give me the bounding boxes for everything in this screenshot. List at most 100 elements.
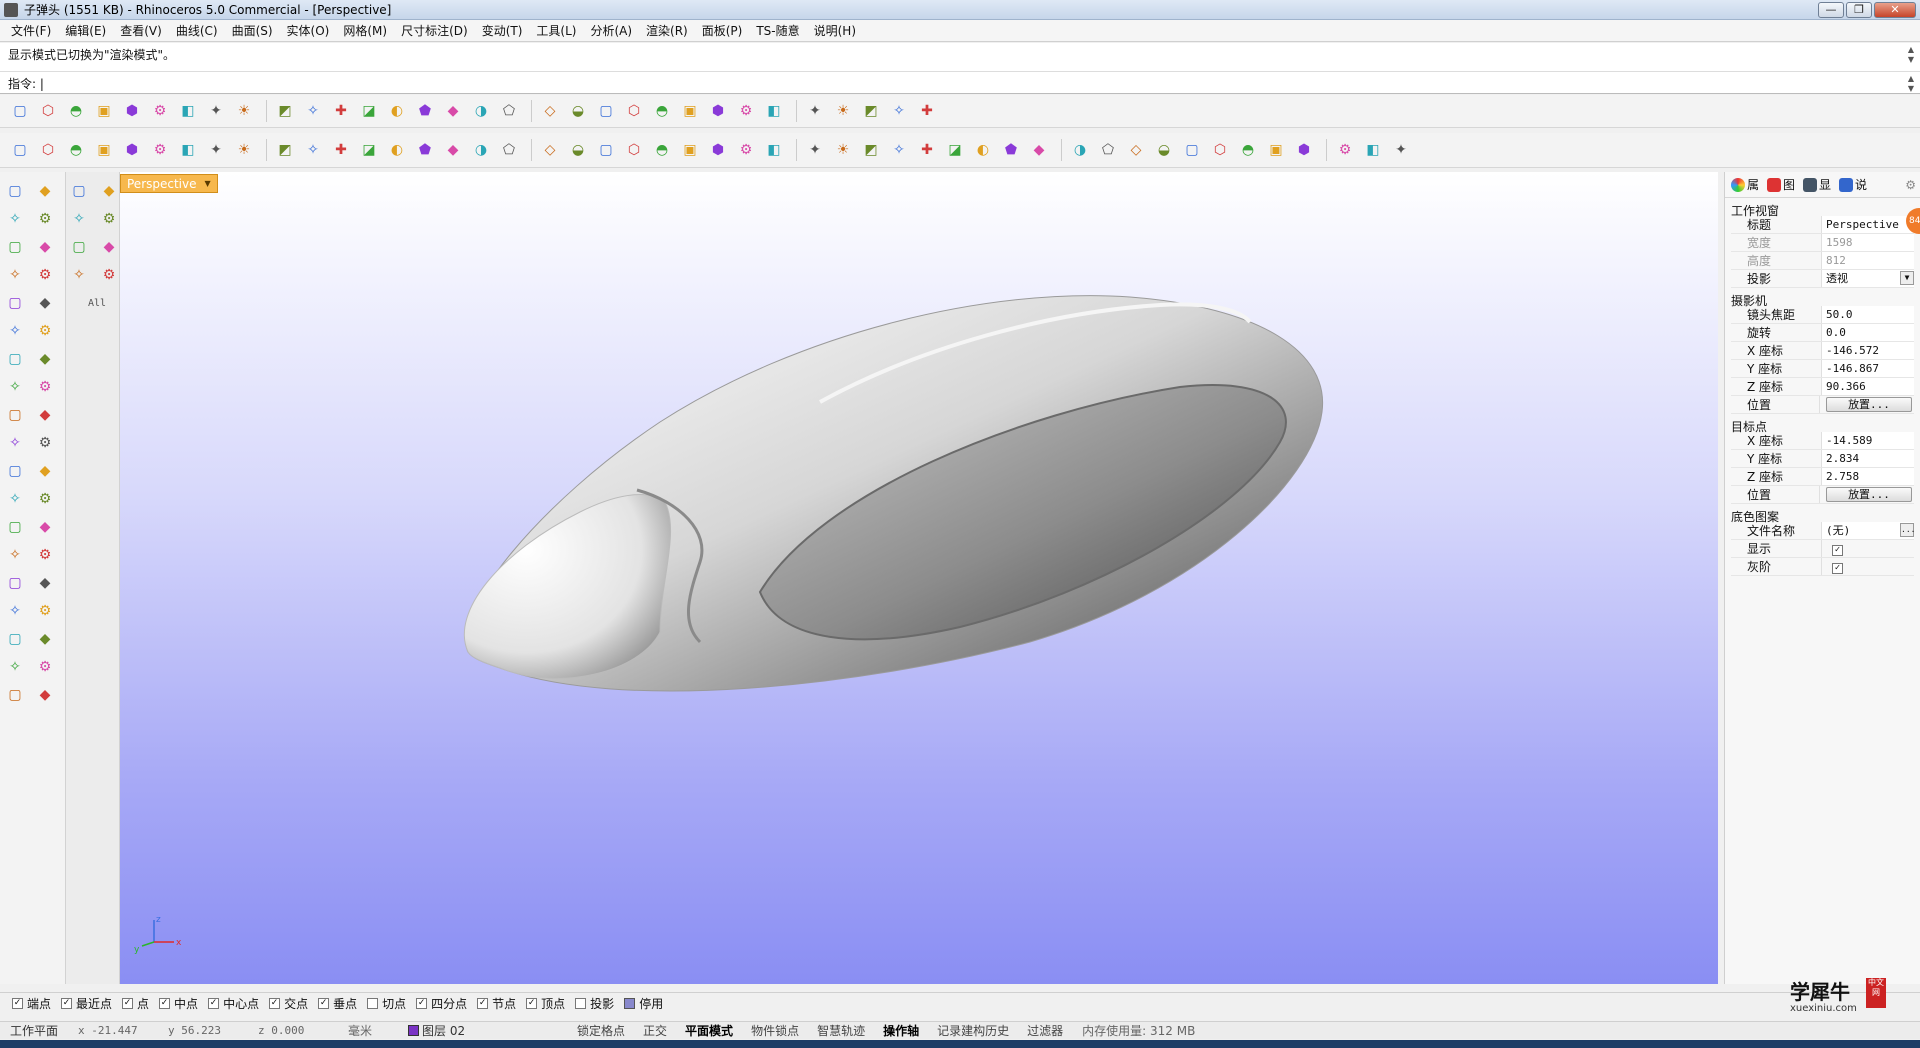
cplane-label[interactable]: 工作平面 — [0, 1022, 68, 1039]
left-tool-icon-8[interactable]: ▢ — [4, 292, 26, 314]
left-tool-icon-10[interactable]: ✧ — [4, 320, 26, 342]
standard-tool-icon-22[interactable]: ◓ — [650, 99, 674, 123]
solid-tool-icon-29[interactable]: ◩ — [859, 138, 883, 162]
left-tool-icon-11[interactable]: ⚙ — [34, 320, 56, 342]
left-tool-icon-9[interactable]: ◆ — [34, 292, 56, 314]
left-tool-icon-31[interactable]: ⚙ — [34, 600, 56, 622]
status-mode-2[interactable]: 平面模式 — [676, 1022, 742, 1039]
menu-item-2[interactable]: 查看(V) — [113, 20, 169, 42]
status-mode-6[interactable]: 记录建构历史 — [928, 1022, 1018, 1039]
standard-tool-icon-28[interactable]: ☀ — [831, 99, 855, 123]
osnap-item-10[interactable]: ✓ 顶点 — [526, 995, 565, 1012]
osnap-item-1[interactable]: ✓ 最近点 — [61, 995, 112, 1012]
tab-help[interactable]: 说 — [1839, 176, 1867, 193]
left-tool-icon-6[interactable]: ✧ — [4, 264, 26, 286]
standard-tool-icon-24[interactable]: ⬢ — [706, 99, 730, 123]
solid-tool-icon-3[interactable]: ▣ — [92, 138, 116, 162]
solid-tool-icon-47[interactable]: ✦ — [1389, 138, 1413, 162]
left2-tool-icon-4[interactable]: ▢ — [68, 236, 90, 258]
left-tool-icon-16[interactable]: ▢ — [4, 404, 26, 426]
osnap-checkbox[interactable]: ✓ — [159, 998, 171, 1009]
standard-tool-icon-29[interactable]: ◩ — [859, 99, 883, 123]
solid-tool-icon-10[interactable]: ✧ — [301, 138, 325, 162]
tab-properties[interactable]: 属 — [1731, 176, 1759, 193]
viewport-tab-perspective[interactable]: Perspective ▼ — [120, 174, 218, 193]
lens-field[interactable]: 50.0 — [1821, 306, 1914, 323]
command-prompt[interactable]: 指令: | ▲ ▼ — [0, 72, 1920, 94]
left-tool-icon-7[interactable]: ⚙ — [34, 264, 56, 286]
solid-tool-icon-7[interactable]: ✦ — [204, 138, 228, 162]
maximize-button[interactable]: ❐ — [1846, 2, 1872, 18]
osnap-checkbox[interactable]: ✓ — [61, 998, 73, 1009]
standard-tool-icon-23[interactable]: ▣ — [678, 99, 702, 123]
status-mode-7[interactable]: 过滤器 — [1018, 1022, 1072, 1039]
left2-tool-icon-6[interactable]: ✧ — [68, 264, 90, 286]
standard-tool-icon-0[interactable]: ▢ — [8, 99, 32, 123]
menu-item-11[interactable]: 渲染(R) — [639, 20, 695, 42]
left2-tool-icon-7[interactable]: ⚙ — [98, 264, 120, 286]
left-tool-icon-29[interactable]: ◆ — [34, 572, 56, 594]
solid-tool-icon-13[interactable]: ◐ — [385, 138, 409, 162]
solid-tool-icon-26[interactable]: ◧ — [762, 138, 786, 162]
standard-tool-icon-12[interactable]: ◪ — [357, 99, 381, 123]
chevron-down-icon[interactable]: ▼ — [1900, 271, 1914, 285]
left-tool-icon-26[interactable]: ✧ — [4, 544, 26, 566]
tab-display[interactable]: 显 — [1803, 176, 1831, 193]
osnap-checkbox[interactable]: ✓ — [208, 998, 220, 1009]
menu-item-5[interactable]: 实体(O) — [280, 20, 337, 42]
osnap-checkbox[interactable]: ✓ — [477, 998, 489, 1009]
left-tool-icon-33[interactable]: ◆ — [34, 628, 56, 650]
osnap-item-5[interactable]: ✓ 交点 — [269, 995, 308, 1012]
left-tool-icon-28[interactable]: ▢ — [4, 572, 26, 594]
standard-tool-icon-5[interactable]: ⚙ — [148, 99, 172, 123]
osnap-checkbox[interactable] — [367, 998, 379, 1009]
standard-tool-icon-30[interactable]: ✧ — [887, 99, 911, 123]
filename-field[interactable]: (无)... — [1821, 522, 1915, 539]
left-tool-icon-35[interactable]: ⚙ — [34, 656, 56, 678]
camera-z-field[interactable]: 90.366 — [1821, 378, 1914, 395]
minimize-button[interactable]: — — [1818, 2, 1844, 18]
left-tool-icon-21[interactable]: ◆ — [34, 460, 56, 482]
solid-tool-icon-46[interactable]: ◧ — [1361, 138, 1385, 162]
solid-tool-icon-21[interactable]: ⬡ — [622, 138, 646, 162]
solid-tool-icon-43[interactable]: ▣ — [1264, 138, 1288, 162]
rotation-field[interactable]: 0.0 — [1821, 324, 1914, 341]
status-mode-5[interactable]: 操作轴 — [874, 1022, 928, 1039]
solid-tool-icon-24[interactable]: ⬢ — [706, 138, 730, 162]
standard-tool-icon-3[interactable]: ▣ — [92, 99, 116, 123]
left-tool-icon-30[interactable]: ✧ — [4, 600, 26, 622]
left-tool-icon-17[interactable]: ◆ — [34, 404, 56, 426]
solid-tool-icon-6[interactable]: ◧ — [176, 138, 200, 162]
solid-tool-icon-16[interactable]: ◑ — [469, 138, 493, 162]
standard-tool-icon-17[interactable]: ⬠ — [497, 99, 521, 123]
left-tool-icon-0[interactable]: ▢ — [4, 180, 26, 202]
osnap-item-0[interactable]: ✓ 端点 — [12, 995, 51, 1012]
solid-tool-icon-30[interactable]: ✧ — [887, 138, 911, 162]
standard-tool-icon-16[interactable]: ◑ — [469, 99, 493, 123]
browse-button[interactable]: ... — [1900, 523, 1915, 537]
left-tool-icon-1[interactable]: ◆ — [34, 180, 56, 202]
solid-tool-icon-4[interactable]: ⬢ — [120, 138, 144, 162]
left2-tool-icon-3[interactable]: ⚙ — [98, 208, 120, 230]
status-mode-0[interactable]: 锁定格点 — [568, 1022, 634, 1039]
menu-item-12[interactable]: 面板(P) — [695, 20, 750, 42]
camera-place-button[interactable]: 放置... — [1826, 397, 1912, 412]
title-field[interactable]: Perspective — [1821, 216, 1914, 233]
standard-tool-icon-4[interactable]: ⬢ — [120, 99, 144, 123]
solid-tool-icon-20[interactable]: ▢ — [594, 138, 618, 162]
tab-layers[interactable]: 图 — [1767, 176, 1795, 193]
left-tool-icon-5[interactable]: ◆ — [34, 236, 56, 258]
solid-tool-icon-12[interactable]: ◪ — [357, 138, 381, 162]
osnap-checkbox[interactable]: ✓ — [269, 998, 281, 1009]
solid-tool-icon-17[interactable]: ⬠ — [497, 138, 521, 162]
menu-item-4[interactable]: 曲面(S) — [225, 20, 280, 42]
left-tool-icon-13[interactable]: ◆ — [34, 348, 56, 370]
osnap-checkbox[interactable]: ✓ — [12, 998, 23, 1009]
osnap-item-3[interactable]: ✓ 中点 — [159, 995, 198, 1012]
solid-tool-icon-41[interactable]: ⬡ — [1208, 138, 1232, 162]
standard-tool-icon-8[interactable]: ☀ — [232, 99, 256, 123]
camera-y-field[interactable]: -146.867 — [1821, 360, 1914, 377]
left-tool-icon-22[interactable]: ✧ — [4, 488, 26, 510]
left-tool-icon-2[interactable]: ✧ — [4, 208, 26, 230]
left-tool-icon-34[interactable]: ✧ — [4, 656, 26, 678]
